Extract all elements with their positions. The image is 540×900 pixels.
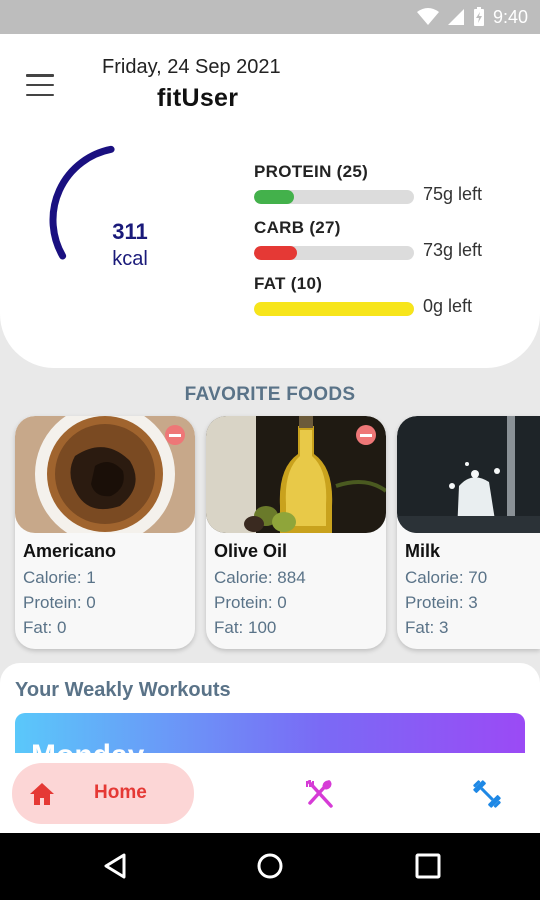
food-fat: Fat: 0 <box>23 618 67 637</box>
food-name: Americano <box>23 541 117 561</box>
macro-label: PROTEIN (25) <box>254 162 369 181</box>
macro-carb: CARB (27) 73g left <box>254 218 514 260</box>
remove-favorite-icon[interactable] <box>356 425 376 445</box>
fork-spoon-icon[interactable] <box>302 777 336 811</box>
food-card-milk[interactable]: Milk Calorie: 70 Protein: 3 Fat: 3 <box>397 416 540 649</box>
battery-charging-icon <box>473 7 484 26</box>
food-card-americano[interactable]: Americano Calorie: 1 Protein: 0 Fat: 0 <box>15 416 195 649</box>
food-calorie: Calorie: 884 <box>214 568 306 587</box>
food-calorie: Calorie: 70 <box>405 568 488 587</box>
calorie-unit: kcal <box>112 248 148 270</box>
food-name: Olive Oil <box>214 541 288 561</box>
dumbbell-icon[interactable] <box>470 777 504 811</box>
wifi-icon <box>416 8 439 25</box>
summary-card: Friday, 24 Sep 2021 fitUser 311 kcal PRO… <box>0 34 540 368</box>
macro-bar-fill <box>254 302 414 316</box>
macro-remaining: 73g left <box>423 240 483 260</box>
favorites-title: FAVORITE FOODS <box>184 384 356 405</box>
user-name: fitUser <box>157 84 239 112</box>
cell-signal-icon <box>447 9 464 25</box>
food-name: Milk <box>405 541 441 561</box>
bottom-navigation: Home <box>0 753 540 833</box>
macro-remaining: 0g left <box>423 296 473 316</box>
macro-label: CARB (27) <box>254 218 341 237</box>
date-label: Friday, 24 Sep 2021 <box>102 56 281 78</box>
macro-bar <box>254 190 414 204</box>
macro-bar <box>254 246 414 260</box>
macro-label: FAT (10) <box>254 274 323 293</box>
macro-bar <box>254 302 414 316</box>
macro-protein: PROTEIN (25) 75g left <box>254 162 514 204</box>
food-card-olive-oil[interactable]: Olive Oil Calorie: 884 Protein: 0 Fat: 1… <box>206 416 386 649</box>
nav-home-label: Home <box>94 782 147 803</box>
food-protein: Protein: 3 <box>405 593 478 612</box>
workouts-title: Your Weakly Workouts <box>15 679 231 701</box>
milk-splash-image <box>397 416 540 533</box>
menu-icon[interactable] <box>26 74 54 96</box>
status-time: 9:40 <box>492 6 528 27</box>
food-protein: Protein: 0 <box>23 593 96 612</box>
macro-bar-fill <box>254 190 294 204</box>
food-calorie: Calorie: 1 <box>23 568 96 587</box>
workouts-card: Your Weakly Workouts Monday <box>0 663 540 773</box>
recents-icon[interactable] <box>413 851 443 881</box>
food-fat: Fat: 3 <box>405 618 449 637</box>
calorie-value: 311 <box>112 219 148 244</box>
status-bar: 9:40 <box>0 0 540 34</box>
macro-fat: FAT (10) 0g left <box>254 274 514 316</box>
remove-favorite-icon[interactable] <box>165 425 185 445</box>
home-circle-icon[interactable] <box>255 851 285 881</box>
macro-bar-fill <box>254 246 298 260</box>
nav-home-tab[interactable]: Home <box>12 763 194 824</box>
macro-remaining: 75g left <box>423 184 483 204</box>
food-protein: Protein: 0 <box>214 593 287 612</box>
status-icons: 9:40 <box>416 5 528 29</box>
back-icon[interactable] <box>100 851 130 881</box>
food-fat: Fat: 100 <box>214 618 277 637</box>
system-navigation-bar <box>0 833 540 900</box>
home-icon <box>30 783 54 805</box>
